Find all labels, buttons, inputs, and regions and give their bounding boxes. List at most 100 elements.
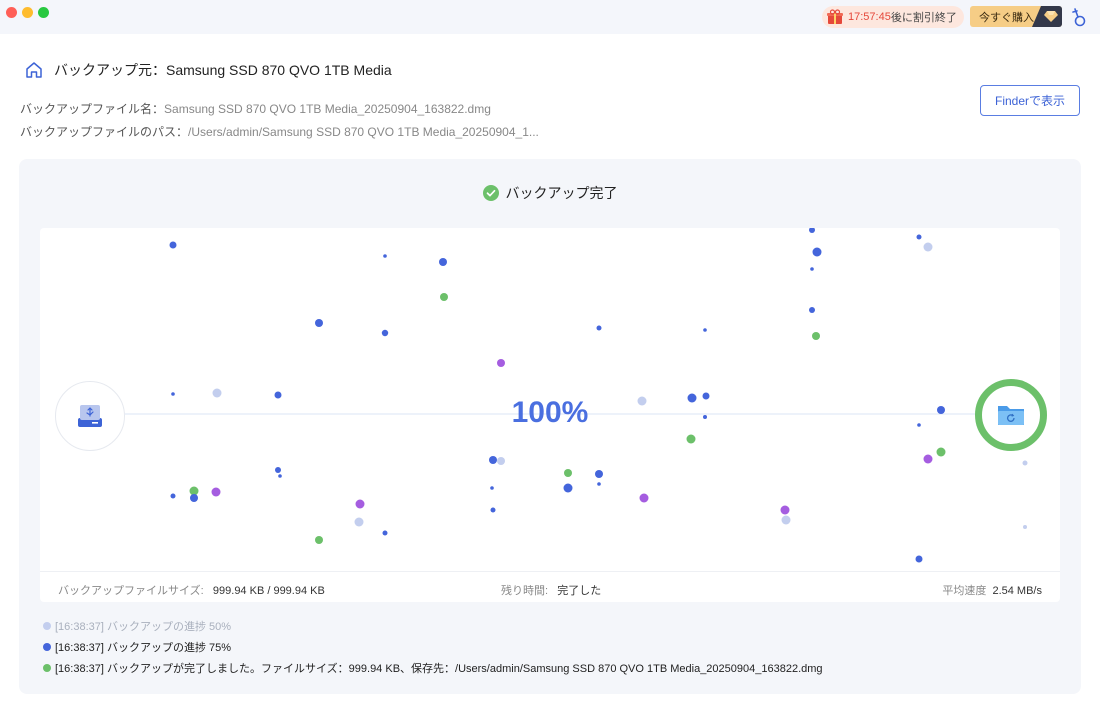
particle-dot <box>923 242 933 252</box>
particle-dot <box>211 487 221 497</box>
particle-dot <box>1022 460 1028 466</box>
backup-source-value: Samsung SSD 870 QVO 1TB Media <box>166 62 392 78</box>
particle-dot <box>936 447 946 457</box>
particle-dot <box>354 517 364 527</box>
particle-dot <box>381 329 389 337</box>
backup-status: バックアップ完了 <box>19 183 1081 203</box>
particle-dot <box>639 493 649 503</box>
particle-dot <box>489 456 497 464</box>
particle-dot <box>637 396 647 406</box>
particle-dot <box>278 474 282 478</box>
backup-file-name-row: バックアップファイル名：Samsung SSD 870 QVO 1TB Medi… <box>20 100 491 117</box>
window-zoom-button[interactable] <box>38 7 49 18</box>
particle-dot <box>440 293 448 301</box>
usb-drive-icon <box>78 405 102 427</box>
particle-dot <box>497 457 505 465</box>
log-entry: [16:38:37] バックアップの進捗 50% <box>43 618 231 634</box>
show-in-finder-button[interactable]: Finderで表示 <box>980 85 1080 116</box>
check-circle-icon <box>482 185 499 201</box>
backup-status-text: バックアップ完了 <box>505 185 618 201</box>
backup-progress-panel: バックアップ完了 100% バックアップファイルサイズ: 999.94 KB /… <box>19 159 1081 694</box>
backup-file-size-value: 999.94 KB / 999.94 KB <box>212 585 325 597</box>
backup-file-path-value: /Users/admin/Samsung SSD 870 QVO 1TB Med… <box>188 125 539 139</box>
particle-dot <box>937 406 945 414</box>
particle-dot <box>170 493 176 499</box>
particle-dot <box>439 258 447 266</box>
particle-dot <box>490 507 496 513</box>
account-icon[interactable] <box>1068 6 1090 28</box>
buy-now-label: 今すぐ購入 <box>979 11 1034 24</box>
particle-dot <box>703 415 707 419</box>
particle-dot <box>597 482 601 486</box>
particle-dot <box>382 530 388 536</box>
backup-source-label: バックアップ元： <box>54 62 166 78</box>
folder-sync-icon <box>998 406 1024 425</box>
discount-timer: 17:57:45 <box>848 11 891 23</box>
particle-dot <box>781 515 791 525</box>
backup-file-path-row: バックアップファイルのパス：/Users/admin/Samsung SSD 8… <box>20 123 539 140</box>
source-drive <box>55 381 125 451</box>
particle-dot <box>702 392 710 400</box>
gift-icon <box>827 9 843 24</box>
backup-source-header: バックアップ元： Samsung SSD 870 QVO 1TB Media <box>24 59 392 81</box>
discount-timer-suffix: 後に割引終了 <box>890 12 957 24</box>
particle-dot <box>812 247 822 257</box>
particle-dot <box>497 359 505 367</box>
backup-file-name-value: Samsung SSD 870 QVO 1TB Media_20250904_1… <box>164 102 491 116</box>
particle-dot <box>915 555 923 563</box>
log-entry: [16:38:37] バックアップが完了しました。ファイルサイズ：999.94 … <box>43 660 823 676</box>
particle-dot <box>809 307 815 313</box>
log-entry: [16:38:37] バックアップの進捗 75% <box>43 639 231 655</box>
remaining-time-label: 残り時間: <box>501 585 549 597</box>
backup-stats-bar: バックアップファイルサイズ: 999.94 KB / 999.94 KB 残り時… <box>40 571 1060 602</box>
particle-dot <box>917 423 921 427</box>
particle-dot <box>275 467 281 473</box>
particle-dot <box>171 392 175 396</box>
average-speed-stat: 平均速度 2.54 MB/s <box>942 582 1042 598</box>
log-text: [16:38:37] バックアップが完了しました。ファイルサイズ：999.94 … <box>55 663 823 675</box>
buy-now-button[interactable]: 今すぐ購入 <box>970 6 1062 27</box>
window-close-button[interactable] <box>6 7 17 18</box>
window-minimize-button[interactable] <box>22 7 33 18</box>
particle-dot <box>355 499 365 509</box>
particle-dot <box>190 494 198 502</box>
backup-file-path-label: バックアップファイルのパス： <box>20 125 189 139</box>
particle-dot <box>212 388 222 398</box>
particle-dot <box>687 393 697 403</box>
log-dot <box>43 622 51 630</box>
particle-dot <box>315 319 323 327</box>
particle-dot <box>490 486 494 490</box>
particle-dot <box>703 328 707 332</box>
particle-dot <box>274 391 282 399</box>
remaining-time-stat: 残り時間: 完了した <box>501 582 601 598</box>
diamond-icon <box>1044 11 1058 22</box>
log-text: [16:38:37] バックアップの進捗 75% <box>55 642 232 654</box>
log-dot <box>43 664 51 672</box>
remaining-time-value: 完了した <box>557 585 602 597</box>
particle-dot <box>169 241 177 249</box>
particle-dot <box>780 505 790 515</box>
particle-dot <box>596 325 602 331</box>
title-bar: 17:57:45 後に割引終了 今すぐ購入 <box>0 0 1100 34</box>
average-speed-value: 2.54 MB/s <box>992 585 1042 597</box>
particle-dot <box>383 254 387 258</box>
particle-dot <box>564 469 572 477</box>
progress-percent: 100% <box>511 396 589 429</box>
particle-dot <box>810 267 814 271</box>
particle-dot <box>563 483 573 493</box>
destination-folder <box>975 379 1047 451</box>
particle-dot <box>916 234 922 240</box>
particle-dot <box>812 332 820 340</box>
log-text: [16:38:37] バックアップの進捗 50% <box>55 621 232 633</box>
particle-dot <box>315 536 323 544</box>
discount-timer-badge[interactable]: 17:57:45 後に割引終了 <box>822 6 964 28</box>
log-dot <box>43 643 51 651</box>
backup-visualization: 100% バックアップファイルサイズ: 999.94 KB / 999.94 K… <box>40 228 1060 602</box>
backup-file-size-stat: バックアップファイルサイズ: 999.94 KB / 999.94 KB <box>58 582 325 598</box>
particle-dot <box>809 228 815 233</box>
particle-dot <box>1023 525 1027 529</box>
home-icon[interactable] <box>24 60 44 80</box>
backup-file-name-label: バックアップファイル名： <box>20 102 165 116</box>
backup-file-size-label: バックアップファイルサイズ: <box>58 585 204 597</box>
particle-dot <box>923 454 933 464</box>
